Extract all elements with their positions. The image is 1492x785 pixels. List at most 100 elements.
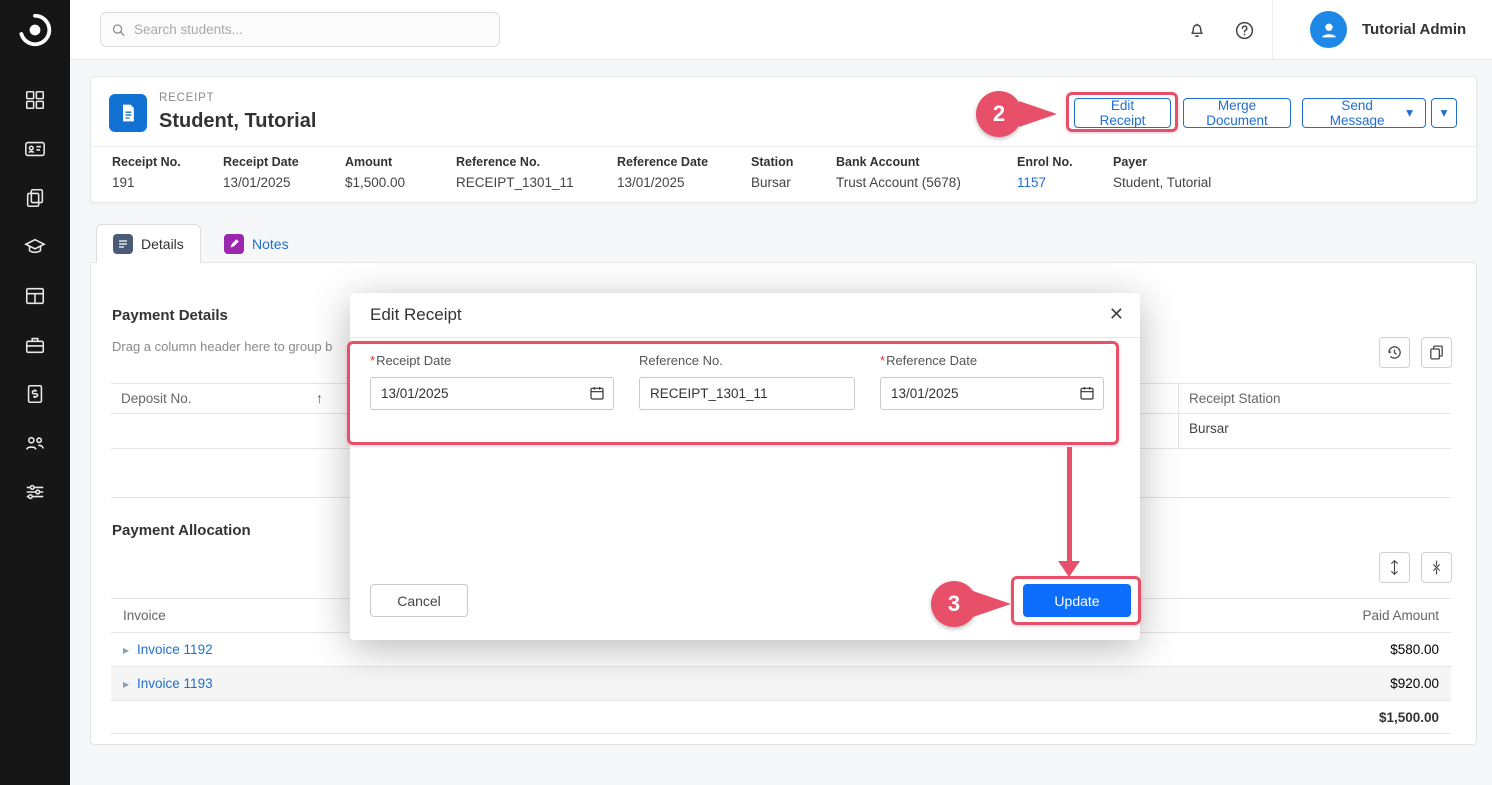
sidebar xyxy=(0,0,70,785)
sidebar-item-contacts[interactable] xyxy=(23,137,47,161)
cancel-button[interactable]: Cancel xyxy=(370,584,468,617)
dashboard-icon xyxy=(24,89,46,111)
edit-receipt-modal: Edit Receipt ✕ *Receipt Date Reference N… xyxy=(350,293,1140,640)
sidebar-item-tables[interactable] xyxy=(23,284,47,308)
tab-details-label: Details xyxy=(141,236,184,252)
row-expander-icon[interactable]: ▸ xyxy=(123,677,129,691)
sidebar-item-dashboard[interactable] xyxy=(23,88,47,112)
contact-card-icon xyxy=(24,138,46,160)
summary-field-payer: PayerStudent, Tutorial xyxy=(1113,155,1211,190)
payment-allocation-heading: Payment Allocation xyxy=(112,522,251,539)
summary-field-amount: Amount$1,500.00 xyxy=(345,155,405,190)
column-paid-amount[interactable]: Paid Amount xyxy=(1251,608,1451,623)
send-message-button[interactable]: Send Message▾ xyxy=(1302,98,1426,128)
people-icon xyxy=(24,432,46,454)
receipt-summary: Receipt No.191 Receipt Date13/01/2025 Am… xyxy=(91,155,1476,203)
summary-field-bank-account: Bank AccountTrust Account (5678) xyxy=(836,155,961,190)
summary-field-station: StationBursar xyxy=(751,155,793,190)
expand-all-icon xyxy=(1387,559,1402,576)
invoice-link[interactable]: Invoice 1193 xyxy=(137,676,213,691)
allocation-row-2[interactable]: ▸ Invoice 1193 $920.00 xyxy=(111,666,1451,700)
copy-icon xyxy=(1428,344,1445,361)
close-icon[interactable]: ✕ xyxy=(1109,304,1124,325)
reference-no-input[interactable] xyxy=(639,377,855,410)
sliders-icon xyxy=(24,481,46,503)
copy-button[interactable] xyxy=(1421,337,1452,368)
summary-field-reference-date: Reference Date13/01/2025 xyxy=(617,155,708,190)
user-name: Tutorial Admin xyxy=(1362,21,1466,38)
group-by-hint: Drag a column header here to group b xyxy=(112,339,332,354)
app-logo xyxy=(0,0,70,60)
merge-document-button[interactable]: Merge Document xyxy=(1183,98,1291,128)
reference-date-field: *Reference Date xyxy=(880,353,1104,410)
receipt-station-value: Bursar xyxy=(1178,414,1451,448)
summary-field-receipt-no: Receipt No.191 xyxy=(112,155,181,190)
help-icon xyxy=(1234,20,1255,41)
sort-asc-icon[interactable]: ↑ xyxy=(316,390,323,406)
graduation-cap-icon xyxy=(24,236,46,258)
summary-field-receipt-date: Receipt Date13/01/2025 xyxy=(223,155,299,190)
caret-down-icon: ▾ xyxy=(1441,105,1448,121)
invoice-link[interactable]: Invoice 1192 xyxy=(137,642,213,657)
receipt-date-input[interactable] xyxy=(370,377,614,410)
row-expander-icon[interactable]: ▸ xyxy=(123,643,129,657)
search-box[interactable] xyxy=(100,12,500,47)
history-icon xyxy=(1386,344,1403,361)
document-type-label: RECEIPT xyxy=(159,92,214,104)
sidebar-item-settings[interactable] xyxy=(23,480,47,504)
modal-header: Edit Receipt ✕ xyxy=(350,293,1140,338)
expand-all-button[interactable] xyxy=(1379,552,1410,583)
allocation-total-row: $1,500.00 xyxy=(111,700,1451,734)
page-title: Student, Tutorial xyxy=(159,110,316,133)
total-paid-amount: $1,500.00 xyxy=(1251,710,1451,725)
enrol-no-link[interactable]: 1157 xyxy=(1017,175,1073,190)
calendar-icon[interactable] xyxy=(589,385,605,406)
sidebar-item-people[interactable] xyxy=(23,431,47,455)
column-receipt-station[interactable]: Receipt Station xyxy=(1178,384,1451,413)
collapse-all-button[interactable] xyxy=(1421,552,1452,583)
help-button[interactable] xyxy=(1231,17,1257,43)
notes-tab-icon xyxy=(224,234,244,254)
header-divider xyxy=(91,146,1476,147)
finance-document-icon xyxy=(24,383,46,405)
logo-swirl-icon xyxy=(16,11,54,49)
table-icon xyxy=(24,285,46,307)
calendar-icon[interactable] xyxy=(1079,385,1095,406)
bell-icon xyxy=(1187,20,1207,40)
receipt-header-card: RECEIPT Student, Tutorial Edit Receipt M… xyxy=(90,76,1477,203)
summary-field-reference-no: Reference No.RECEIPT_1301_11 xyxy=(456,155,574,190)
paid-amount-value: $580.00 xyxy=(1251,642,1451,657)
modal-title: Edit Receipt xyxy=(370,305,462,325)
reference-date-input[interactable] xyxy=(880,377,1104,410)
receipt-date-field: *Receipt Date xyxy=(370,353,614,410)
required-asterisk: * xyxy=(880,353,885,368)
sidebar-item-academics[interactable] xyxy=(23,235,47,259)
topbar: Tutorial Admin xyxy=(70,0,1492,60)
sidebar-item-documents[interactable] xyxy=(23,186,47,210)
topbar-divider xyxy=(1272,0,1273,60)
user-avatar[interactable] xyxy=(1310,11,1347,48)
payment-details-heading: Payment Details xyxy=(112,307,228,324)
summary-field-enrol-no: Enrol No.1157 xyxy=(1017,155,1073,190)
caret-down-icon: ▾ xyxy=(1406,105,1413,121)
edit-receipt-button[interactable]: Edit Receipt xyxy=(1074,98,1171,128)
history-button[interactable] xyxy=(1379,337,1410,368)
sidebar-item-finance[interactable] xyxy=(23,382,47,406)
person-icon xyxy=(1318,19,1340,41)
required-asterisk: * xyxy=(370,353,375,368)
receipt-document-icon xyxy=(109,94,147,132)
more-actions-button[interactable]: ▾ xyxy=(1431,98,1457,128)
details-tab-icon xyxy=(113,234,133,254)
tab-notes[interactable]: Notes xyxy=(208,224,305,263)
documents-icon xyxy=(24,187,46,209)
search-input[interactable] xyxy=(134,22,489,37)
notifications-button[interactable] xyxy=(1184,17,1210,43)
search-icon xyxy=(111,22,126,38)
collapse-all-icon xyxy=(1429,559,1444,576)
update-button[interactable]: Update xyxy=(1023,584,1131,617)
briefcase-icon xyxy=(24,334,46,356)
reference-no-field: Reference No. xyxy=(639,353,855,410)
sidebar-item-briefcase[interactable] xyxy=(23,333,47,357)
tab-details[interactable]: Details xyxy=(96,224,201,263)
tab-notes-label: Notes xyxy=(252,236,289,252)
